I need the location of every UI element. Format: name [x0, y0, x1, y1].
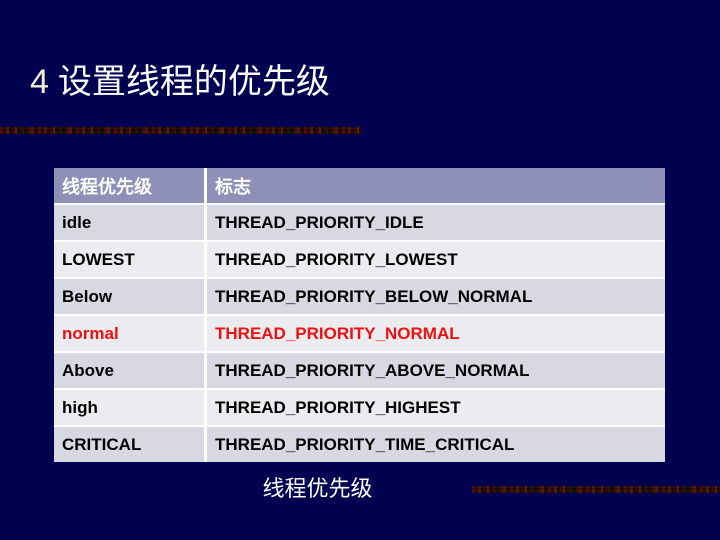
cell-flag: THREAD_PRIORITY_LOWEST [207, 242, 665, 279]
cell-priority-name: Above [54, 353, 207, 390]
cell-flag: THREAD_PRIORITY_IDLE [207, 205, 665, 242]
table-row: normal THREAD_PRIORITY_NORMAL [54, 316, 665, 353]
table-row: Below THREAD_PRIORITY_BELOW_NORMAL [54, 279, 665, 316]
column-header-priority-name: 线程优先级 [54, 168, 207, 205]
cell-flag: THREAD_PRIORITY_ABOVE_NORMAL [207, 353, 665, 390]
table-body: idle THREAD_PRIORITY_IDLE LOWEST THREAD_PRI… [54, 205, 665, 462]
table-row: Above THREAD_PRIORITY_ABOVE_NORMAL [54, 353, 665, 390]
column-header-flag: 标志 [207, 168, 665, 205]
table-row: LOWEST THREAD_PRIORITY_LOWEST [54, 242, 665, 279]
cell-priority-name: CRITICAL [54, 427, 207, 462]
table-row: idle THREAD_PRIORITY_IDLE [54, 205, 665, 242]
cell-priority-name: LOWEST [54, 242, 207, 279]
cell-flag: THREAD_PRIORITY_HIGHEST [207, 390, 665, 427]
decorative-bar-top [0, 127, 362, 134]
cell-priority-name: high [54, 390, 207, 427]
cell-flag: THREAD_PRIORITY_BELOW_NORMAL [207, 279, 665, 316]
cell-flag: THREAD_PRIORITY_TIME_CRITICAL [207, 427, 665, 462]
page-title: 4 设置线程的优先级 [30, 62, 330, 102]
cell-flag: THREAD_PRIORITY_NORMAL [207, 316, 665, 353]
cell-priority-name: Below [54, 279, 207, 316]
table-row: CRITICAL THREAD_PRIORITY_TIME_CRITICAL [54, 427, 665, 462]
table-row: high THREAD_PRIORITY_HIGHEST [54, 390, 665, 427]
page-title-text: 设置线程的优先级 [57, 63, 330, 101]
page-title-number: 4 [30, 63, 49, 101]
cell-priority-name: normal [54, 316, 207, 353]
thread-priority-table: 线程优先级 标志 idle THREAD_PRIORITY_IDLE LOWEST T… [54, 168, 665, 462]
cell-priority-name: idle [54, 205, 207, 242]
slide-caption: 线程优先级 [262, 476, 373, 501]
table-header-row: 线程优先级 标志 [54, 168, 665, 205]
